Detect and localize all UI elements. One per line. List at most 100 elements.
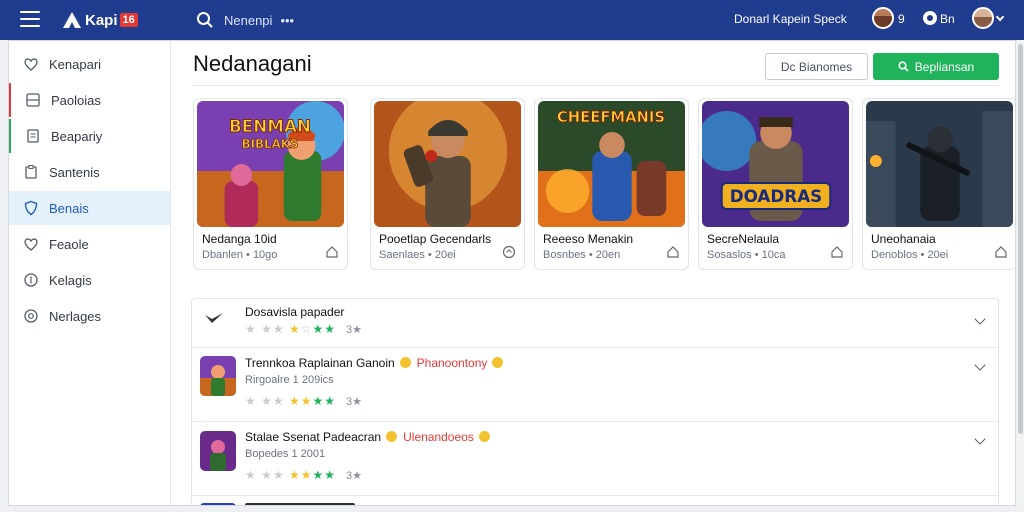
sidebar-item-label: Santenis — [49, 164, 100, 180]
rating-count: 3★ — [345, 470, 362, 482]
divider — [193, 85, 999, 86]
sidebar-item-4[interactable]: Benais — [9, 191, 170, 225]
heart-icon — [24, 58, 38, 71]
game-cover-image — [866, 101, 1013, 227]
search-button-label: Bepliansan — [914, 59, 975, 74]
svg-text:DOADRAS: DOADRAS — [730, 186, 823, 206]
coin-icon — [386, 431, 398, 442]
sidebar-item-1[interactable]: Paoloias — [9, 83, 170, 117]
sidebar-item-label: Beapariy — [51, 128, 103, 144]
share-icon[interactable] — [830, 245, 844, 259]
game-cover-image: CHEEFMANIS — [538, 101, 685, 227]
search-icon — [898, 61, 909, 72]
sidebar-item-5[interactable]: Feaole — [9, 227, 170, 261]
game-card[interactable]: CHEEFMANIS Reeeso Menakin Bosnbes • 20en — [534, 98, 689, 270]
search-input[interactable]: Nenenpi — [224, 13, 272, 28]
list-item-title: Trennkoa Raplainan Ganoin Phanoontony — [245, 356, 504, 370]
coin-icon — [399, 357, 411, 368]
language-label[interactable]: Bn — [940, 12, 955, 26]
card-title: SecreNelaula — [707, 232, 780, 246]
game-thumbnail — [200, 356, 236, 396]
rating-count: 3★ — [346, 324, 362, 336]
sidebar: Kenapari Paoloias Beapariy Santenis Bena… — [9, 41, 171, 505]
share-icon[interactable] — [325, 245, 339, 259]
card-title: Reeeso Menakin — [543, 232, 634, 246]
page-frame: Kenapari Paoloias Beapariy Santenis Bena… — [8, 40, 1016, 506]
menu-icon[interactable] — [20, 11, 40, 29]
share-icon[interactable] — [502, 245, 516, 259]
rating-stars: ★ ★★ ★★★★ 3★ — [245, 468, 362, 482]
game-card[interactable]: BENMAN BIBLAKS Nedanga 10id Dbanlen • 10… — [193, 98, 348, 270]
search-field[interactable]: Nenenpi ••• — [196, 8, 294, 32]
list-item-tag: Ulenandoeos — [403, 430, 474, 444]
sidebar-item-2[interactable]: Beapariy — [9, 119, 170, 153]
list-item-title — [245, 503, 355, 505]
sidebar-item-label: Nerlages — [49, 308, 102, 324]
notification-count: 9 — [898, 12, 905, 26]
game-thumbnail — [200, 431, 236, 471]
rating-stars: ★ ★★ ★★★★ 3★ — [245, 394, 362, 408]
list-item[interactable]: Dosavisla papader ★ ★★ ★☆★★ 3★ — [192, 299, 998, 348]
game-list: Dosavisla papader ★ ★★ ★☆★★ 3★ Trennkoa R… — [191, 298, 999, 505]
sidebar-item-label: Feaole — [49, 236, 89, 252]
sidebar-item-3[interactable]: Santenis — [9, 155, 170, 189]
list-item-subtitle: Rirgoalre 1 209ics — [245, 374, 334, 386]
brand-name: Kapi — [85, 11, 118, 29]
header-link[interactable]: Donarl Kapein Speck — [734, 12, 847, 26]
card-subtitle: Denoblos • 20ei — [871, 249, 949, 261]
filter-button[interactable]: Dc Bianomes — [765, 53, 868, 80]
profile-avatar[interactable] — [972, 7, 994, 29]
card-subtitle: Saenlaes • 20ei — [379, 249, 456, 261]
sidebar-item-label: Kenapari — [49, 56, 102, 72]
list-item-subtitle: Bopedes 1 2001 — [245, 448, 326, 460]
game-thumbnail — [200, 503, 236, 505]
sidebar-item-label: Benais — [49, 200, 89, 216]
chevron-down-icon[interactable] — [974, 433, 986, 445]
sidebar-item-7[interactable]: Nerlages — [9, 299, 170, 333]
sidebar-item-label: Paoloias — [51, 92, 101, 108]
sidebar-item-label: Kelagis — [49, 272, 92, 288]
clipboard-icon — [25, 165, 37, 179]
sidebar-item-6[interactable]: Kelagis — [9, 263, 170, 297]
card-subtitle: Sosaslos • 10ca — [707, 249, 786, 261]
svg-text:BENMAN: BENMAN — [229, 116, 311, 136]
list-item[interactable]: Stalae Ssenat Padeacran Ulenandoeos Boped… — [192, 423, 998, 496]
search-options[interactable]: ••• — [280, 13, 294, 28]
grid-icon — [26, 93, 40, 107]
list-item-title: Stalae Ssenat Padeacran Ulenandoeos — [245, 430, 490, 444]
game-cover-image: BENMAN BIBLAKS — [197, 101, 344, 227]
brand-logo[interactable]: Kapi 16 — [62, 9, 138, 31]
card-title: Nedanga 10id — [202, 232, 277, 246]
avatar[interactable] — [872, 7, 894, 29]
toggle-icon[interactable] — [923, 11, 937, 25]
game-card[interactable]: DOADRAS SecreNelaula Sosaslos • 10ca — [698, 98, 853, 270]
search-icon — [197, 12, 213, 28]
game-cover-image: DOADRAS — [702, 101, 849, 227]
sidebar-item-0[interactable]: Kenapari — [9, 47, 170, 81]
list-item-tag: Phanoontony — [416, 356, 488, 370]
search-button[interactable]: Bepliansan — [873, 53, 999, 80]
svg-text:BIBLAKS: BIBLAKS — [242, 137, 299, 151]
shield-icon — [24, 200, 38, 216]
coin-icon — [24, 273, 38, 287]
top-bar: Kapi 16 Nenenpi ••• Donarl Kapein Speck … — [0, 0, 1024, 40]
game-card[interactable]: Pooetlap Gecendarls Saenlaes • 20ei — [370, 98, 525, 270]
list-item[interactable]: Trennkoa Raplainan Ganoin Phanoontony Rir… — [192, 349, 998, 422]
swoosh-icon — [205, 313, 223, 323]
scrollbar-thumb[interactable] — [1018, 44, 1023, 434]
chevron-down-icon[interactable] — [995, 12, 1005, 22]
chevron-down-icon[interactable] — [974, 313, 986, 325]
game-card[interactable]: Uneohanaia Denoblos • 20ei — [862, 98, 1015, 270]
brand-badge: 16 — [119, 13, 138, 27]
card-subtitle: Dbanlen • 10go — [202, 249, 278, 261]
coin-icon — [478, 431, 490, 442]
logo-icon — [63, 12, 81, 28]
share-icon[interactable] — [994, 245, 1008, 259]
chevron-down-icon[interactable] — [974, 359, 986, 371]
coin-icon — [492, 357, 504, 368]
share-icon[interactable] — [666, 245, 680, 259]
svg-text:CHEEFMANIS: CHEEFMANIS — [557, 108, 665, 126]
document-icon — [27, 129, 39, 143]
card-title: Uneohanaia — [871, 232, 936, 246]
rating-stars: ★ ★★ ★☆★★ 3★ — [245, 322, 362, 336]
